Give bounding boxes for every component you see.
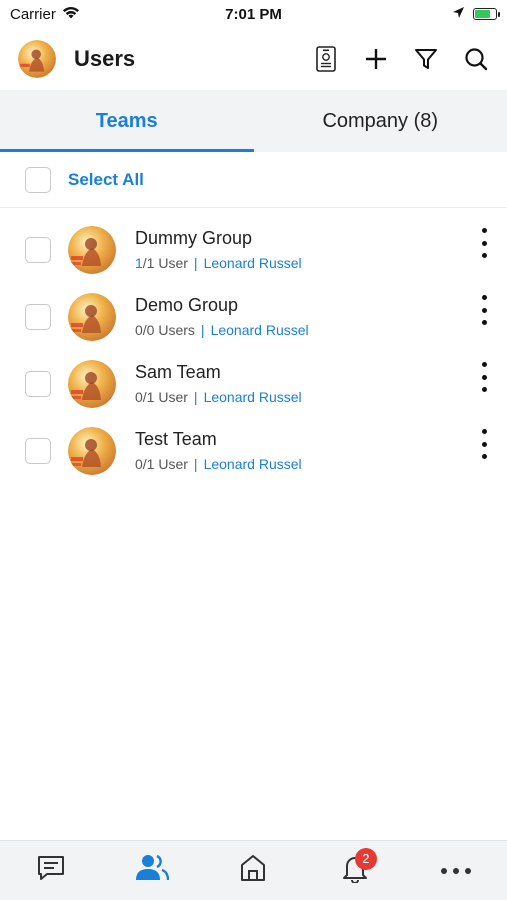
chat-icon xyxy=(36,854,66,887)
team-meta: 0/1 User | Leonard Russel xyxy=(135,456,302,472)
nav-users[interactable] xyxy=(122,848,182,894)
select-all-button[interactable]: Select All xyxy=(68,170,144,190)
bottom-nav: 2 xyxy=(0,840,507,900)
tab-company[interactable]: Company (8) xyxy=(254,90,507,152)
meta-separator: | xyxy=(200,322,205,338)
nav-chat[interactable] xyxy=(21,848,81,894)
team-checkbox[interactable] xyxy=(25,303,51,330)
team-name: Dummy Group xyxy=(135,228,253,248)
tab-company-label: Company (8) xyxy=(322,109,439,132)
team-row[interactable]: Dummy Group 1/1 User | Leonard Russel xyxy=(0,216,507,283)
team-checkbox[interactable] xyxy=(25,370,51,397)
team-user-count: /1 User xyxy=(142,389,188,405)
meta-separator: | xyxy=(193,255,198,271)
nav-home[interactable] xyxy=(223,848,283,894)
search-icon[interactable] xyxy=(463,46,489,72)
team-checkbox[interactable] xyxy=(25,437,51,464)
meta-separator: | xyxy=(193,389,198,405)
team-meta: 1/1 User | Leonard Russel xyxy=(135,255,302,271)
team-user-count-done: 0 xyxy=(135,456,143,472)
wifi-icon xyxy=(62,6,80,23)
team-avatar xyxy=(68,292,116,341)
battery-icon xyxy=(473,8,500,20)
home-icon xyxy=(239,853,267,888)
profile-avatar[interactable] xyxy=(18,40,56,78)
status-bar: Carrier 7:01 PM xyxy=(0,0,507,28)
more-options-icon[interactable] xyxy=(479,429,489,459)
team-user-count-done: 0 xyxy=(135,389,143,405)
location-arrow-icon xyxy=(452,6,465,23)
team-avatar xyxy=(68,225,116,274)
nav-notifications[interactable]: 2 xyxy=(325,847,385,894)
team-row[interactable]: Sam Team 0/1 User | Leonard Russel xyxy=(0,350,507,417)
nav-more[interactable] xyxy=(426,848,486,894)
app-header: Users xyxy=(0,28,507,90)
add-icon[interactable] xyxy=(363,46,389,72)
team-owner-link[interactable]: Leonard Russel xyxy=(204,255,302,271)
team-checkbox[interactable] xyxy=(25,236,51,263)
more-options-icon[interactable] xyxy=(479,228,489,258)
select-all-checkbox[interactable] xyxy=(25,166,51,193)
team-name: Sam Team xyxy=(135,362,221,382)
tab-bar: Teams Company (8) xyxy=(0,90,507,152)
page-title: Users xyxy=(74,46,136,71)
team-owner-link[interactable]: Leonard Russel xyxy=(211,322,309,338)
team-name: Demo Group xyxy=(135,295,239,315)
team-user-count-done: 1 xyxy=(135,255,143,271)
team-user-count: /1 User xyxy=(142,255,188,271)
carrier-label: Carrier xyxy=(10,5,56,23)
more-options-icon[interactable] xyxy=(479,362,489,392)
team-row[interactable]: Demo Group 0/0 Users | Leonard Russel xyxy=(0,283,507,350)
filter-icon[interactable] xyxy=(413,46,439,72)
team-meta: 0/0 Users | Leonard Russel xyxy=(135,322,309,338)
team-user-count: /0 Users xyxy=(142,322,195,338)
team-owner-link[interactable]: Leonard Russel xyxy=(204,389,302,405)
more-icon xyxy=(440,862,472,880)
select-all-row: Select All xyxy=(0,152,507,208)
tab-teams[interactable]: Teams xyxy=(0,90,254,152)
more-options-icon[interactable] xyxy=(479,295,489,325)
team-owner-link[interactable]: Leonard Russel xyxy=(204,456,302,472)
team-user-count-done: 0 xyxy=(135,322,143,338)
team-row[interactable]: Test Team 0/1 User | Leonard Russel xyxy=(0,417,507,484)
contact-card-icon[interactable] xyxy=(313,46,339,72)
team-avatar xyxy=(68,426,116,475)
users-icon xyxy=(135,853,170,888)
tab-teams-label: Teams xyxy=(95,109,158,132)
team-name: Test Team xyxy=(135,429,217,449)
team-user-count: /1 User xyxy=(142,456,188,472)
meta-separator: | xyxy=(193,456,198,472)
team-meta: 0/1 User | Leonard Russel xyxy=(135,389,302,405)
team-list: Dummy Group 1/1 User | Leonard Russel Demo… xyxy=(0,216,507,484)
team-avatar xyxy=(68,359,116,408)
notification-badge: 2 xyxy=(354,847,377,870)
